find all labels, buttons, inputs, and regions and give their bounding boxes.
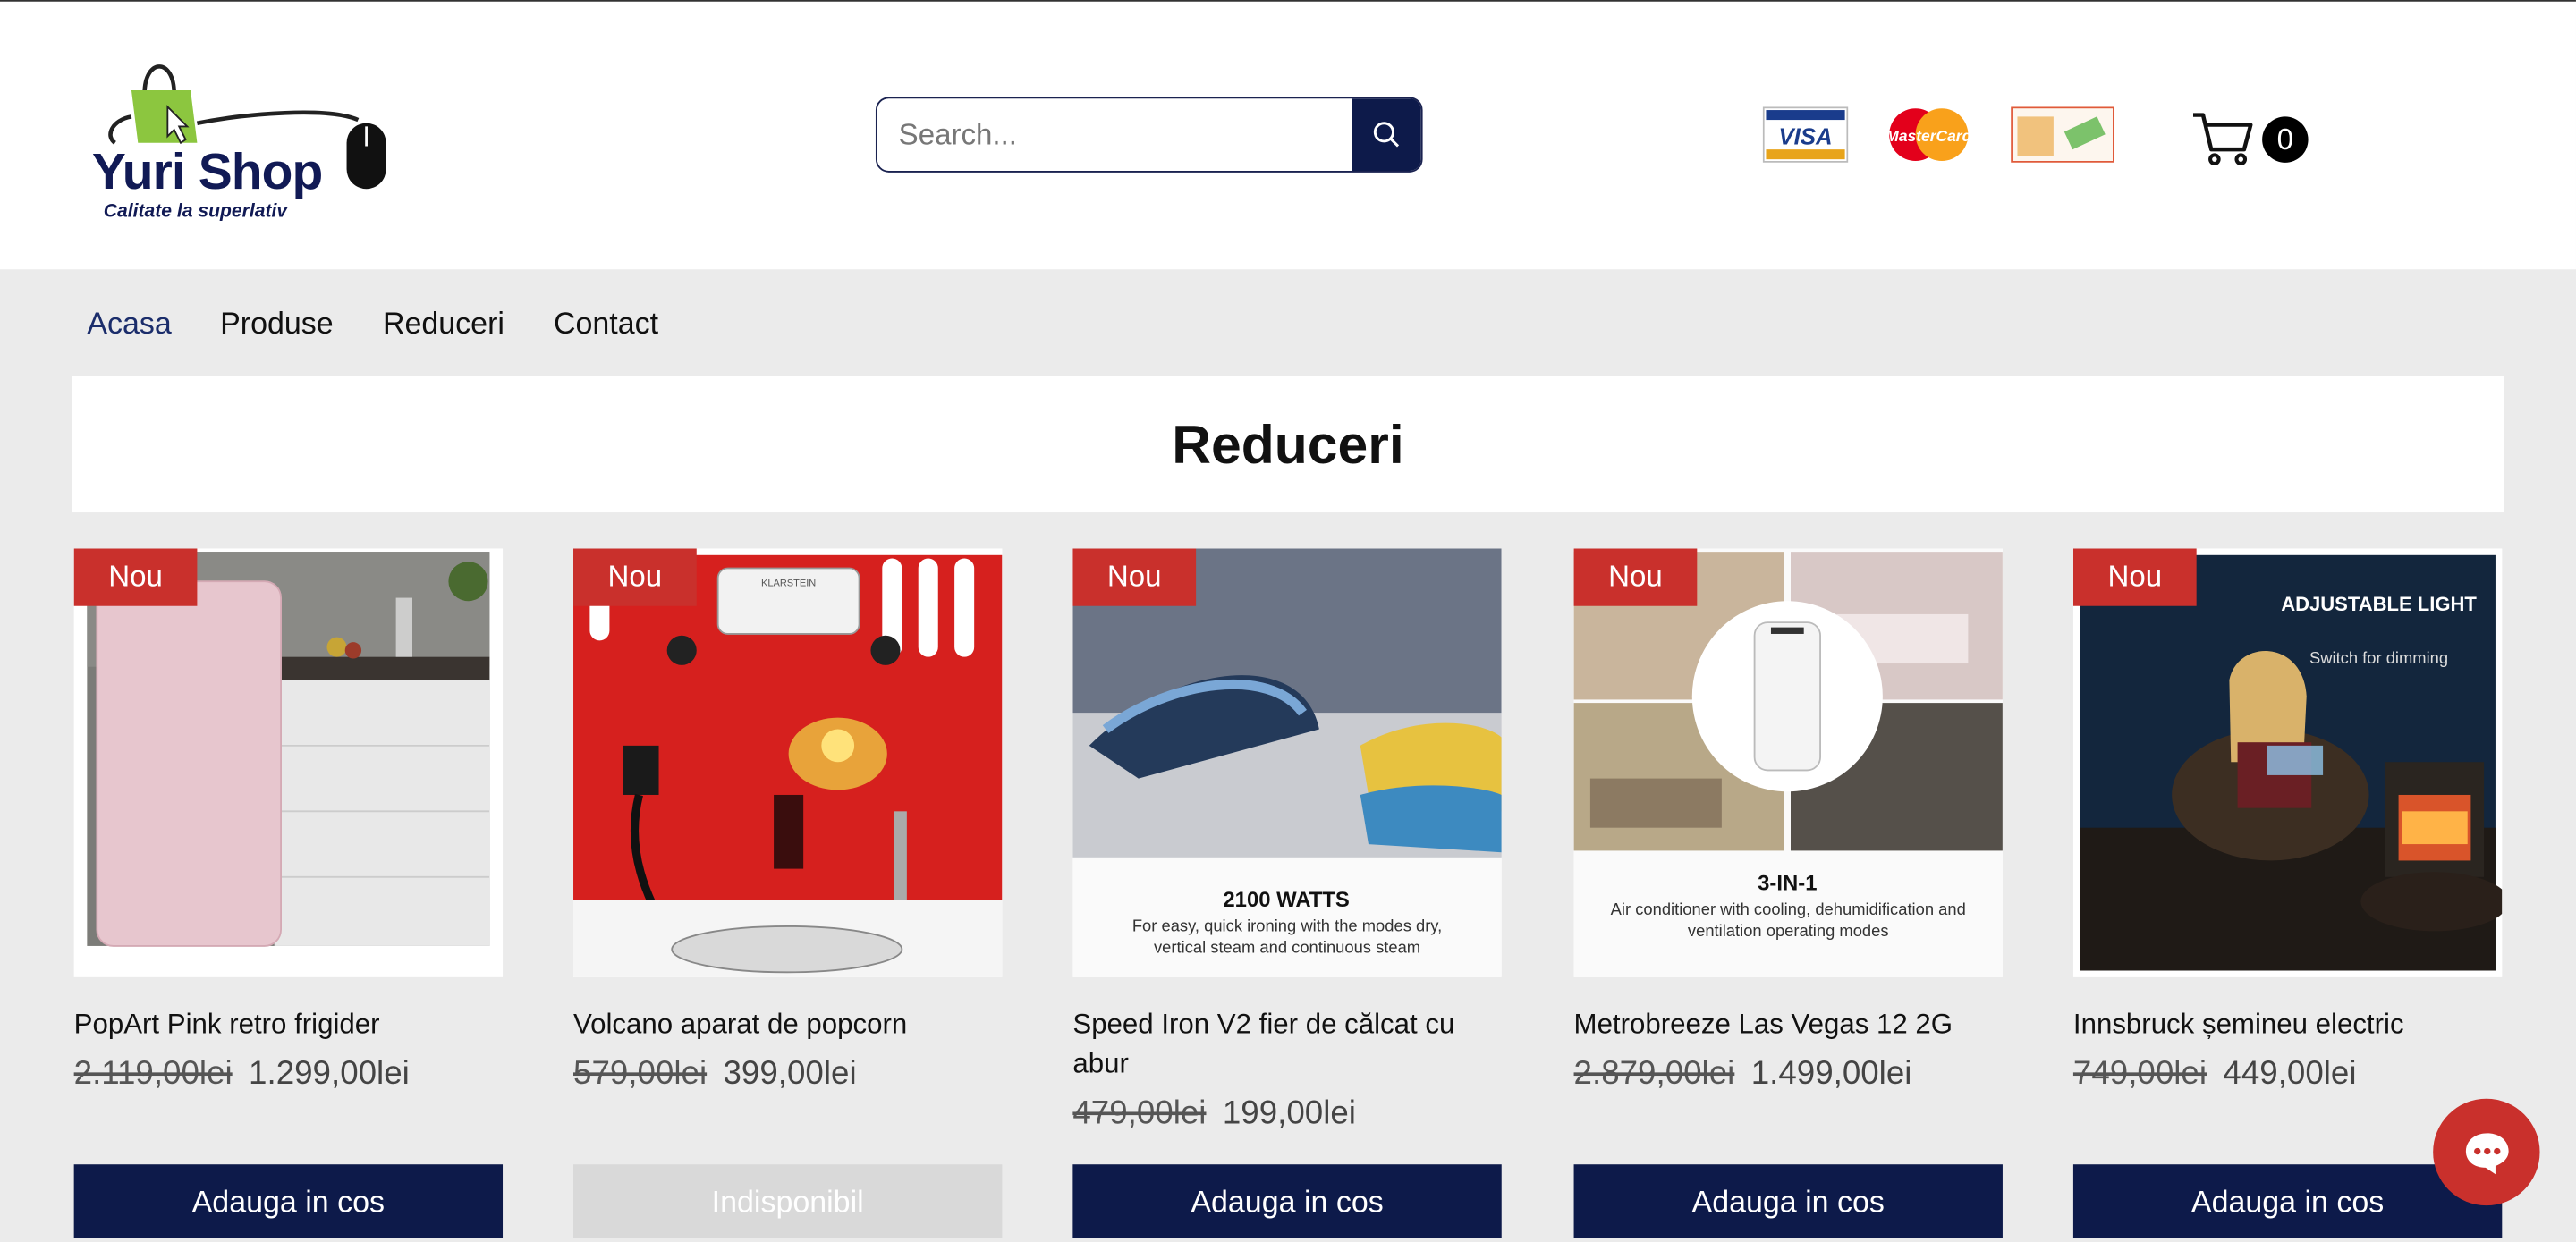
search-icon	[1373, 122, 1400, 148]
new-badge: Nou	[2072, 548, 2197, 606]
chat-icon	[2464, 1132, 2508, 1174]
unavailable-button: Indisponibil	[573, 1164, 1003, 1238]
nav-item-acasa[interactable]: Acasa	[87, 306, 171, 342]
product-image[interactable]: ADJUSTABLE LIGHT Switch for dimming Nou	[2072, 548, 2503, 977]
search-input[interactable]	[877, 98, 1352, 172]
fridge-image	[87, 552, 490, 947]
old-price: 479,00lei	[1072, 1095, 1207, 1132]
product-image-label: 2100 WATTS	[1223, 888, 1349, 912]
old-price: 579,00lei	[573, 1055, 708, 1093]
site-header: Yuri Shop Calitate la superlativ VISA Ma…	[0, 1, 2576, 270]
sale-price: 199,00lei	[1222, 1095, 1356, 1132]
old-price: 749,00lei	[2072, 1055, 2207, 1093]
product-name[interactable]: Metrobreeze Las Vegas 12 2G	[1574, 1005, 2003, 1044]
logo-word-yuri: Yuri	[91, 142, 186, 201]
nav-item-reduceri[interactable]: Reduceri	[383, 306, 504, 342]
product-prices: 579,00lei 399,00lei	[573, 1056, 1002, 1094]
product-image-label: 3-IN-1	[1758, 871, 1817, 895]
add-to-cart-button[interactable]: Adauga in cos	[1573, 1164, 2003, 1238]
product-card[interactable]: KLARSTEIN Nou Volcano aparat de popcorn …	[573, 548, 1003, 1238]
new-badge: Nou	[1573, 548, 1698, 606]
product-image-caption: Air conditioner with cooling, dehumidifi…	[1610, 901, 1966, 942]
old-price: 2.119,00lei	[73, 1055, 233, 1093]
logo-word-shop: Shop	[198, 142, 324, 201]
page: Yuri Shop Calitate la superlativ VISA Ma…	[0, 0, 2576, 1242]
product-prices: 479,00lei 199,00lei	[1072, 1095, 1501, 1133]
product-name[interactable]: PopArt Pink retro frigider	[74, 1005, 503, 1044]
new-badge: Nou	[1072, 548, 1197, 606]
steam-iron-image: 2100 WATTS For easy, quick ironing with …	[1072, 548, 1502, 977]
product-card[interactable]: 2100 WATTS For easy, quick ironing with …	[1072, 548, 1502, 1238]
cart-count-badge[interactable]: 0	[2262, 116, 2309, 163]
logo-tagline: Calitate la superlativ	[103, 201, 288, 222]
product-card[interactable]: 3-IN-1 Air conditioner with cooling, deh…	[1573, 548, 2003, 1238]
product-image[interactable]: 3-IN-1 Air conditioner with cooling, deh…	[1573, 548, 2003, 977]
logo[interactable]: Yuri Shop Calitate la superlativ	[82, 41, 411, 230]
cart-icon[interactable]	[2190, 110, 2255, 165]
product-card[interactable]: ADJUSTABLE LIGHT Switch for dimming Nou …	[2072, 548, 2503, 1238]
product-prices: 2.879,00lei 1.499,00lei	[1574, 1056, 2003, 1094]
visa-label: VISA	[1779, 125, 1833, 150]
air-conditioner-image: 3-IN-1 Air conditioner with cooling, deh…	[1573, 548, 2003, 977]
product-image[interactable]: 2100 WATTS For easy, quick ironing with …	[1072, 548, 1502, 977]
product-card[interactable]: Nou PopArt Pink retro frigider 2.119,00l…	[73, 548, 504, 1238]
product-image-label: KLARSTEIN	[761, 579, 816, 589]
chat-widget-button[interactable]	[2433, 1098, 2540, 1206]
mastercard-label: MasterCard	[1885, 127, 1971, 145]
sale-price: 1.499,00lei	[1750, 1055, 1912, 1093]
product-prices: 2.119,00lei 1.299,00lei	[74, 1056, 503, 1094]
mastercard-icon: MasterCard	[1885, 108, 1972, 161]
search-bar	[875, 97, 1423, 173]
new-badge: Nou	[573, 548, 697, 606]
add-to-cart-button[interactable]: Adauga in cos	[73, 1164, 504, 1238]
search-button[interactable]	[1352, 98, 1421, 172]
add-to-cart-button[interactable]: Adauga in cos	[1072, 1164, 1502, 1238]
product-image-caption: For easy, quick ironing with the modes d…	[1131, 917, 1443, 958]
new-badge: Nou	[73, 548, 198, 606]
page-title: Reduceri	[1172, 412, 1404, 474]
product-name[interactable]: Speed Iron V2 fier de călcat cu abur	[1072, 1005, 1501, 1084]
sale-price: 399,00lei	[723, 1055, 857, 1093]
product-prices: 749,00lei 449,00lei	[2073, 1056, 2502, 1094]
section-banner: Reduceri	[72, 376, 2504, 513]
nav-item-produse[interactable]: Produse	[220, 306, 334, 342]
product-name[interactable]: Innsbruck șemineu electric	[2073, 1005, 2502, 1044]
logo-wordmark: Yuri Shop	[92, 143, 323, 202]
cash-icon	[2011, 106, 2114, 163]
visa-icon: VISA	[1762, 106, 1849, 163]
electric-fireplace-image: ADJUSTABLE LIGHT Switch for dimming	[2072, 548, 2503, 977]
product-image[interactable]: Nou	[73, 548, 504, 977]
sale-price: 1.299,00lei	[249, 1055, 410, 1093]
nav-item-contact[interactable]: Contact	[554, 306, 658, 342]
product-name[interactable]: Volcano aparat de popcorn	[573, 1005, 1002, 1044]
sale-price: 449,00lei	[2223, 1055, 2357, 1093]
main-nav: Acasa Produse Reduceri Contact	[0, 269, 2576, 375]
product-image-label: ADJUSTABLE LIGHT	[2281, 593, 2477, 615]
product-image[interactable]: KLARSTEIN Nou	[573, 548, 1003, 977]
old-price: 2.879,00lei	[1573, 1055, 1735, 1093]
popcorn-machine-image: KLARSTEIN	[573, 548, 1003, 977]
product-image-caption: Switch for dimming	[2309, 648, 2448, 667]
